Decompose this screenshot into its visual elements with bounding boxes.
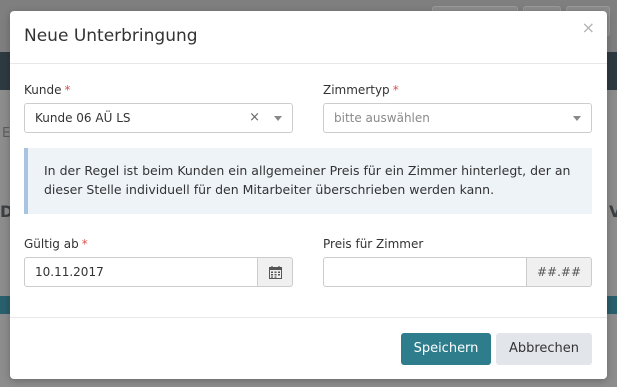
customer-select-value: Kunde 06 AÜ LS xyxy=(35,111,131,125)
room-type-label-text: Zimmertyp xyxy=(323,83,390,97)
room-type-placeholder: bitte auswählen xyxy=(334,111,430,125)
room-price-label: Preis für Zimmer xyxy=(323,237,424,251)
valid-from-input[interactable]: 10.11.2017 xyxy=(24,257,258,287)
dialog-header: Neue Unterbringung × xyxy=(10,11,607,64)
background-text: V xyxy=(609,202,617,221)
valid-from-label: Gültig ab * xyxy=(24,237,88,251)
room-type-select[interactable]: bitte auswählen xyxy=(323,103,592,133)
required-mark: * xyxy=(392,83,399,97)
customer-label-text: Kunde xyxy=(24,83,62,97)
valid-from-group: 10.11.2017 xyxy=(24,257,293,287)
cancel-button[interactable]: Abbrechen xyxy=(496,333,592,365)
price-format-addon: ##.## xyxy=(527,257,592,287)
room-price-input[interactable] xyxy=(323,257,527,287)
calendar-button[interactable] xyxy=(258,257,293,287)
info-text-line: In der Regel ist beim Kunden ein allgeme… xyxy=(44,163,571,178)
dialog-footer: Speichern Abbrechen xyxy=(10,317,607,379)
save-button[interactable]: Speichern xyxy=(401,333,491,365)
info-text-line: dieser Stelle individuell für den Mitarb… xyxy=(44,182,495,197)
required-mark: * xyxy=(81,237,88,251)
clear-selection-icon[interactable]: × xyxy=(249,104,260,132)
background-text: E xyxy=(2,126,11,141)
dialog-title: Neue Unterbringung xyxy=(24,26,198,46)
customer-label: Kunde * xyxy=(24,83,70,97)
chevron-down-icon xyxy=(573,116,581,121)
new-accommodation-dialog: Neue Unterbringung × Kunde * Kunde 06 AÜ … xyxy=(10,11,607,379)
chevron-down-icon xyxy=(274,116,282,121)
room-price-group: ##.## xyxy=(323,257,592,287)
close-icon[interactable]: × xyxy=(582,20,595,36)
info-callout: In der Regel ist beim Kunden ein allgeme… xyxy=(24,148,592,214)
calendar-icon xyxy=(268,266,282,279)
valid-from-label-text: Gültig ab xyxy=(24,237,79,251)
customer-select[interactable]: Kunde 06 AÜ LS × xyxy=(24,103,293,133)
required-mark: * xyxy=(64,83,71,97)
room-type-label: Zimmertyp * xyxy=(323,83,399,97)
